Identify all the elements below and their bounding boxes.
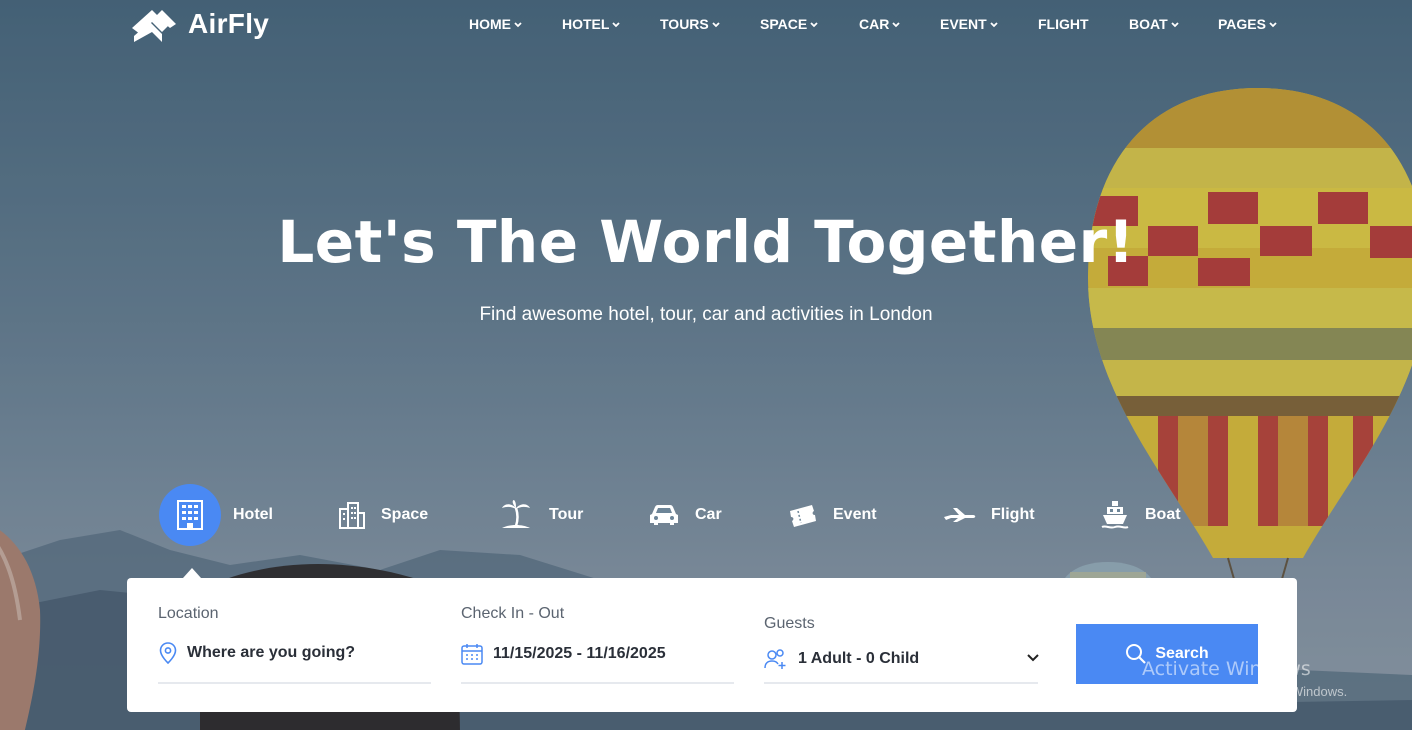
foreground-person: [0, 530, 41, 730]
guests-underline: [764, 682, 1038, 684]
hotel-icon: [159, 484, 221, 546]
tab-label: Tour: [549, 506, 584, 523]
nav-item-label: TOURS: [660, 16, 709, 32]
tab-event[interactable]: Event: [785, 484, 877, 546]
location-label: Location: [158, 605, 219, 622]
guests-field: Guests: [764, 615, 815, 633]
nav-item-label: CAR: [859, 16, 890, 32]
chevron-down-icon: [514, 21, 522, 27]
nav-item-home[interactable]: HOME: [469, 16, 562, 32]
tab-space[interactable]: Space: [335, 484, 428, 546]
tab-label: Boat: [1145, 506, 1181, 523]
nav-item-event[interactable]: EVENT: [940, 16, 1038, 32]
chevron-down-icon: [892, 21, 900, 27]
dates-value: 11/15/2025 - 11/16/2025: [493, 645, 666, 662]
hot-air-balloon: [1088, 88, 1412, 638]
activation-watermark: Activate Windows Go to Settings to activ…: [1142, 658, 1347, 699]
brand-logo[interactable]: AirFly: [132, 6, 269, 42]
palm-tree-icon: [495, 484, 537, 546]
tab-label: Hotel: [233, 506, 273, 523]
nav-item-hotel[interactable]: HOTEL: [562, 16, 660, 32]
dates-label: Check In - Out: [461, 605, 565, 622]
nav-item-label: HOTEL: [562, 16, 610, 32]
chevron-down-icon: [712, 21, 720, 27]
nav-item-label: HOME: [469, 16, 511, 32]
hero-subtitle: Find awesome hotel, tour, car and activi…: [479, 304, 933, 325]
tab-label: Flight: [991, 506, 1035, 523]
tab-tour[interactable]: Tour: [495, 484, 583, 546]
watermark-title: Activate Windows: [1142, 658, 1311, 680]
watermark-subtitle: Go to Settings to activate Windows.: [1142, 684, 1348, 699]
hero-title: Let's The World Together!: [277, 208, 1135, 276]
main-nav: HOME HOTEL TOURS SPACE CAR EVENT FLIGHT BOAT PAG…: [469, 16, 1277, 32]
brand-name: AirFly: [188, 8, 270, 39]
nav-item-label: SPACE: [760, 16, 808, 32]
active-tab-pointer: [183, 568, 201, 578]
tab-flight[interactable]: Flight: [941, 484, 1035, 546]
map-pin-icon: [159, 642, 177, 664]
airplane-icon: [941, 484, 979, 546]
ticket-icon: [785, 484, 821, 546]
location-underline: [158, 682, 431, 684]
tab-car[interactable]: Car: [645, 484, 722, 546]
nav-item-label: FLIGHT: [1038, 16, 1089, 32]
chevron-down-icon: [810, 21, 818, 27]
nav-item-label: BOAT: [1129, 16, 1168, 32]
nav-item-car[interactable]: CAR: [859, 16, 940, 32]
location-input[interactable]: Where are you going?: [159, 642, 355, 664]
dates-underline: [461, 682, 734, 684]
nav-item-label: PAGES: [1218, 16, 1266, 32]
site-header: AirFly HOME HOTEL TOURS SPACE CAR EVENT FLIGHT…: [0, 0, 1412, 50]
chevron-down-icon: [990, 21, 998, 27]
dates-input[interactable]: 11/15/2025 - 11/16/2025: [461, 643, 666, 665]
dates-field: Check In - Out: [461, 605, 564, 623]
chevron-down-icon: [1027, 654, 1039, 662]
users-add-icon: [764, 649, 786, 669]
nav-item-boat[interactable]: BOAT: [1129, 16, 1218, 32]
location-field: Location: [158, 605, 219, 623]
ship-icon: [1097, 484, 1133, 546]
nav-item-label: EVENT: [940, 16, 987, 32]
nav-item-flight[interactable]: FLIGHT: [1038, 16, 1129, 32]
airfly-logo-icon: [132, 10, 176, 42]
tab-label: Event: [833, 506, 877, 523]
guests-label: Guests: [764, 615, 815, 632]
car-icon: [645, 484, 683, 546]
nav-item-space[interactable]: SPACE: [760, 16, 859, 32]
building-icon: [335, 484, 369, 546]
tab-boat[interactable]: Boat: [1097, 484, 1181, 546]
calendar-icon: [461, 644, 483, 665]
tab-label: Car: [695, 506, 722, 523]
chevron-down-icon: [1269, 21, 1277, 27]
nav-item-pages[interactable]: PAGES: [1218, 16, 1277, 32]
chevron-down-icon: [612, 21, 621, 27]
location-placeholder: Where are you going?: [187, 644, 356, 661]
tab-hotel[interactable]: Hotel: [159, 484, 273, 546]
guests-select[interactable]: 1 Adult - 0 Child: [764, 648, 1039, 670]
search-form: Location Where are you going? Check In -…: [127, 578, 1297, 712]
tab-label: Space: [381, 506, 429, 523]
chevron-down-icon: [1170, 21, 1179, 27]
nav-item-tours[interactable]: TOURS: [660, 16, 760, 32]
guests-value: 1 Adult - 0 Child: [798, 650, 920, 667]
